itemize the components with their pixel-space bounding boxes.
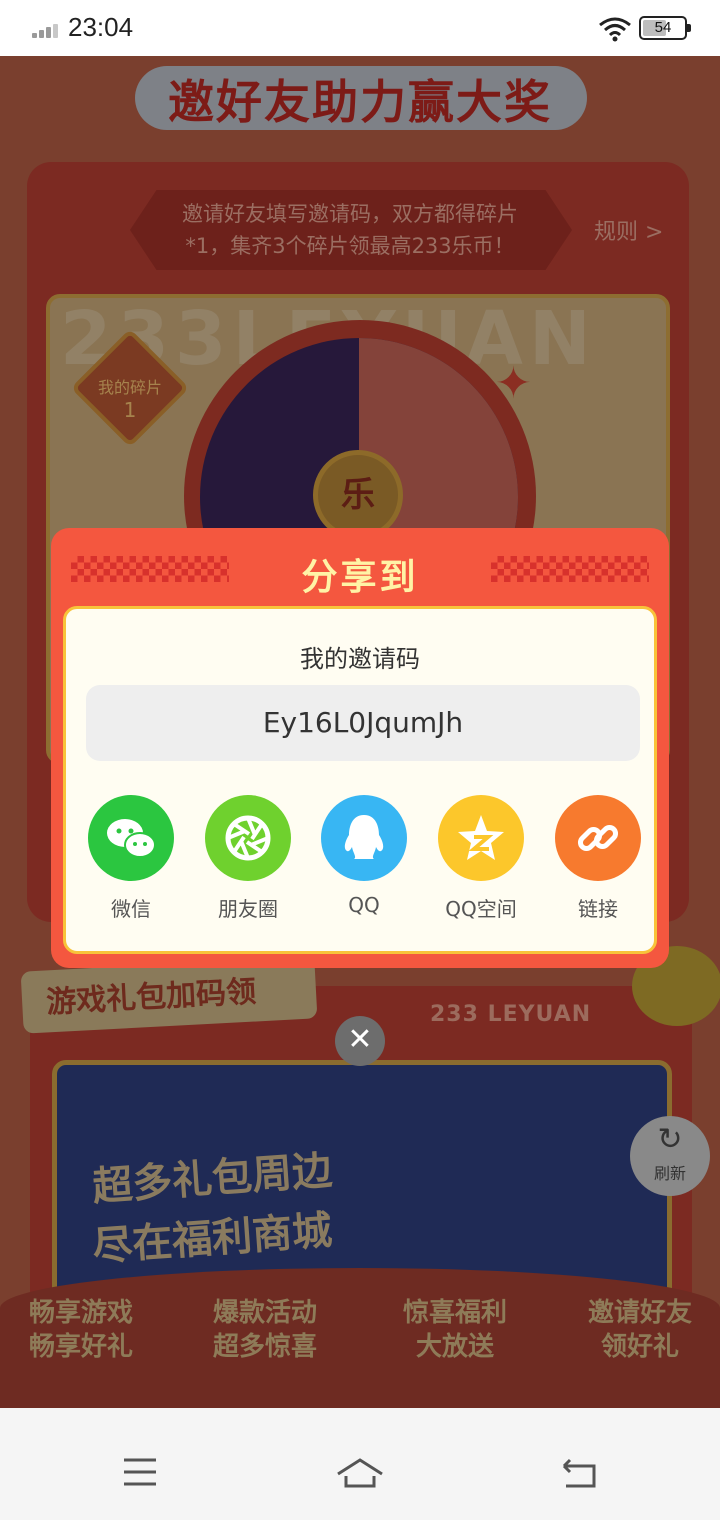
home-icon[interactable]: [330, 1452, 390, 1492]
signal-icon: [32, 20, 62, 38]
refresh-icon: ↻: [657, 1122, 683, 1157]
banner-title: 邀好友助力赢大奖: [168, 75, 552, 129]
invite-code-field[interactable]: Ey16L0JqumJh: [86, 685, 640, 761]
share-label: 微信: [111, 897, 151, 921]
rules-link[interactable]: 规则 >: [594, 214, 663, 246]
battery-level: 54: [654, 19, 672, 36]
feature-item: 畅享游戏 畅享好礼: [28, 1298, 133, 1362]
link-icon: [555, 795, 641, 881]
feature-item: 惊喜福利 大放送: [402, 1298, 507, 1362]
back-icon[interactable]: [550, 1452, 610, 1492]
share-options: 微信 朋友圈 QQ QQ空间 链接: [66, 795, 660, 925]
fragment-label: 我的碎片: [97, 378, 162, 397]
fragment-count: 1: [123, 398, 137, 422]
qq-icon: [321, 795, 407, 881]
section-brand: 233 LEYUAN: [430, 1002, 592, 1027]
status-bar: 23:04 54: [0, 0, 720, 56]
feature-item: 爆款活动 超多惊喜: [212, 1298, 317, 1362]
qzone-icon: [438, 795, 524, 881]
refresh-button[interactable]: ↻ 刷新: [630, 1116, 710, 1196]
close-icon: ✕: [347, 1022, 373, 1057]
refresh-label: 刷新: [653, 1164, 686, 1183]
system-nav-bar: [0, 1408, 720, 1520]
share-dialog: 分享到 我的邀请码 Ey16L0JqumJh 微信 朋友圈 QQ QQ空间 链接: [51, 528, 669, 968]
share-wechat-button[interactable]: 微信: [81, 795, 181, 922]
wechat-icon: [88, 795, 174, 881]
ribbon-text: 邀请好友填写邀请码，双方都得碎片 *1，集齐3个碎片领最高233乐币！: [182, 202, 518, 258]
share-label: 朋友圈: [218, 897, 278, 921]
dialog-body: 我的邀请码 Ey16L0JqumJh 微信 朋友圈 QQ QQ空间 链接: [63, 606, 657, 954]
feature-item: 邀请好友 领好礼: [587, 1298, 692, 1362]
status-time: 23:04: [68, 12, 134, 42]
share-moments-button[interactable]: 朋友圈: [198, 795, 298, 922]
invite-code-label: 我的邀请码: [300, 645, 420, 673]
share-label: 链接: [578, 897, 618, 921]
close-dialog-button[interactable]: ✕: [335, 1016, 385, 1066]
sparkle-icon: ✦: [495, 358, 532, 409]
share-qq-button[interactable]: QQ: [314, 795, 414, 917]
share-link-button[interactable]: 链接: [548, 795, 648, 922]
menu-icon[interactable]: [110, 1452, 170, 1492]
dialog-title: 分享到: [301, 557, 419, 598]
battery-icon: 54: [639, 16, 691, 40]
share-label: QQ: [348, 893, 380, 917]
share-qzone-button[interactable]: QQ空间: [431, 795, 531, 922]
moments-icon: [205, 795, 291, 881]
wheel-center-badge: 乐: [313, 450, 403, 540]
share-label: QQ空间: [445, 897, 517, 921]
wifi-icon: [599, 17, 631, 42]
